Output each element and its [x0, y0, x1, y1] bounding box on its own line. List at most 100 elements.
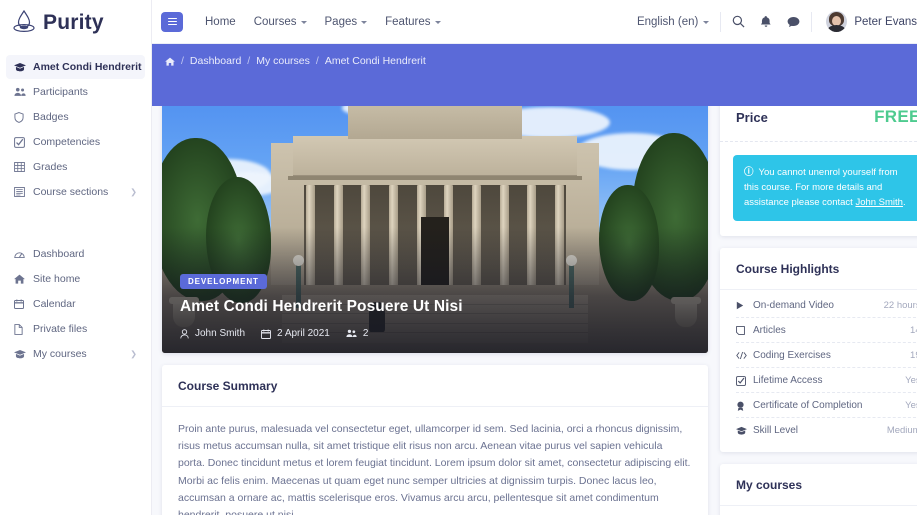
enrolment-notice-wrap: ⓘ You cannot unenrol yourself from this c…	[720, 142, 917, 236]
course-summary-heading: Course Summary	[162, 365, 708, 407]
highlight-label: Coding Exercises	[753, 350, 831, 361]
chevron-down-icon	[703, 21, 710, 24]
breadcrumb-separator: /	[247, 55, 251, 67]
course-summary-body: Proin ante purus, malesuada vel consecte…	[162, 407, 708, 515]
sidebar-item-course-sections[interactable]: Course sections ❯	[6, 180, 145, 204]
sidebar-item-label: My courses	[33, 348, 87, 360]
breadcrumb: / Dashboard / My courses / Amet Condi He…	[165, 55, 917, 67]
sidebar-item-badges[interactable]: Badges	[6, 105, 145, 129]
sidebar-item-label: Calendar	[33, 298, 76, 310]
highlight-value: Yes	[905, 375, 917, 386]
divider	[811, 11, 813, 32]
meta-author-label: John Smith	[195, 328, 246, 339]
sidebar-item-competencies[interactable]: Competencies	[6, 130, 145, 154]
code-icon	[736, 351, 753, 360]
nav-label: Home	[205, 15, 236, 28]
check-square-icon	[14, 136, 30, 148]
highlight-label: Articles	[753, 325, 786, 336]
language-label: English (en)	[636, 15, 699, 28]
highlight-label: On-demand Video	[753, 300, 834, 311]
check-square-icon	[736, 375, 753, 386]
calendar-icon	[14, 299, 30, 309]
content-area: Home Courses Pages Features English (en)	[152, 0, 917, 515]
menu-toggle-button[interactable]	[161, 11, 183, 32]
highlight-value: 22 hours	[883, 300, 917, 311]
search-icon[interactable]	[732, 15, 745, 28]
sidebar-item-dashboard[interactable]: Dashboard	[6, 242, 145, 266]
sidebar-item-site-home[interactable]: Site home	[6, 267, 145, 291]
sidebar-item-label: Dashboard	[33, 248, 85, 260]
water-drop-logo-icon	[12, 9, 36, 35]
nav-label: Courses	[253, 15, 297, 28]
breadcrumb-item-current[interactable]: Amet Condi Hendrerit	[325, 55, 426, 67]
sidebar-item-label: Participants	[33, 86, 88, 98]
sidebar-item-amet-condi-hendrerit[interactable]: Amet Condi Hendrerit	[6, 55, 145, 79]
language-selector[interactable]: English (en)	[636, 15, 710, 28]
avatar	[826, 11, 848, 32]
user-menu[interactable]: Peter Evans	[826, 11, 917, 32]
nav-item-pages[interactable]: Pages	[325, 16, 368, 28]
nav-item-features[interactable]: Features	[385, 15, 441, 28]
sidebar-item-label: Course sections	[33, 186, 109, 198]
highlight-label: Skill Level	[753, 425, 799, 436]
highlight-value: Yes	[905, 400, 917, 411]
left-sidebar: Purity Amet Condi Hendrerit Participants	[0, 0, 152, 515]
play-icon	[736, 301, 753, 310]
breadcrumb-separator: /	[315, 55, 319, 67]
nav-item-courses[interactable]: Courses	[254, 16, 307, 28]
highlight-label: Certificate of Completion	[753, 400, 863, 411]
nav-label: Features	[385, 15, 431, 28]
sidebar-item-participants[interactable]: Participants	[6, 80, 145, 104]
users-icon	[346, 329, 357, 338]
price-card: Price FREE ⓘ You cannot unenrol yourself …	[720, 91, 917, 236]
page-root: Purity Amet Condi Hendrerit Participants	[0, 0, 917, 515]
graduation-cap-icon	[736, 426, 753, 436]
sidebar-item-grades[interactable]: Grades	[6, 155, 145, 179]
highlight-value: 14	[910, 325, 917, 336]
bell-icon[interactable]	[760, 15, 772, 28]
message-icon[interactable]	[787, 16, 800, 28]
dashboard-icon	[14, 249, 30, 259]
meta-author: John Smith	[180, 328, 245, 339]
main-right-column: Price FREE ⓘ You cannot unenrol yourself …	[720, 91, 917, 515]
nav-item-home[interactable]: Home	[205, 16, 236, 28]
meta-students-count: 2	[362, 328, 369, 339]
nav-label: Pages	[324, 15, 358, 28]
highlight-row: Skill Level Medium	[736, 418, 917, 442]
sidebar-item-private-files[interactable]: Private files	[6, 317, 145, 341]
sidebar-item-label: Private files	[33, 323, 88, 335]
summary-paragraph: Proin ante purus, malesuada vel consecte…	[178, 423, 691, 515]
home-icon	[14, 274, 30, 284]
user-icon	[180, 328, 189, 339]
users-icon	[14, 87, 30, 97]
sidebar-item-calendar[interactable]: Calendar	[6, 292, 145, 316]
meta-students: 2	[346, 328, 369, 339]
highlight-label: Lifetime Access	[753, 375, 823, 386]
user-name: Peter Evans	[854, 15, 917, 28]
category-badge[interactable]: DEVELOPMENT	[180, 274, 267, 289]
meta-date-label: 2 April 2021	[277, 328, 330, 339]
brand-name: Purity	[43, 10, 104, 34]
my-courses-heading: My courses	[720, 464, 917, 506]
highlight-row: Coding Exercises 19	[736, 343, 917, 368]
table-icon	[14, 162, 30, 172]
course-title: Amet Condi Hendrerit Posuere Ut Nisi	[180, 298, 463, 315]
course-summary-card: Course Summary Proin ante purus, malesua…	[162, 365, 708, 515]
chevron-down-icon	[434, 21, 441, 24]
calendar-icon	[261, 329, 271, 339]
course-hero-card: DEVELOPMENT Amet Condi Hendrerit Posuere…	[162, 91, 708, 353]
chevron-down-icon	[300, 21, 307, 24]
breadcrumb-item-my-courses[interactable]: My courses	[256, 55, 310, 67]
home-icon[interactable]	[165, 57, 175, 66]
course-highlights-heading: Course Highlights	[720, 248, 917, 290]
notice-contact-link[interactable]: John Smith	[855, 197, 903, 208]
notice-text-end: .	[902, 197, 906, 208]
sidebar-item-my-courses[interactable]: My courses ❯	[6, 342, 145, 366]
breadcrumb-item-dashboard[interactable]: Dashboard	[190, 55, 241, 67]
sidebar-item-label: Grades	[33, 161, 68, 173]
highlight-row: On-demand Video 22 hours	[736, 293, 917, 318]
chevron-down-icon	[361, 21, 368, 24]
main-left-column: DEVELOPMENT Amet Condi Hendrerit Posuere…	[162, 91, 708, 515]
brand[interactable]: Purity	[0, 0, 151, 44]
sidebar-item-label: Badges	[33, 111, 69, 123]
